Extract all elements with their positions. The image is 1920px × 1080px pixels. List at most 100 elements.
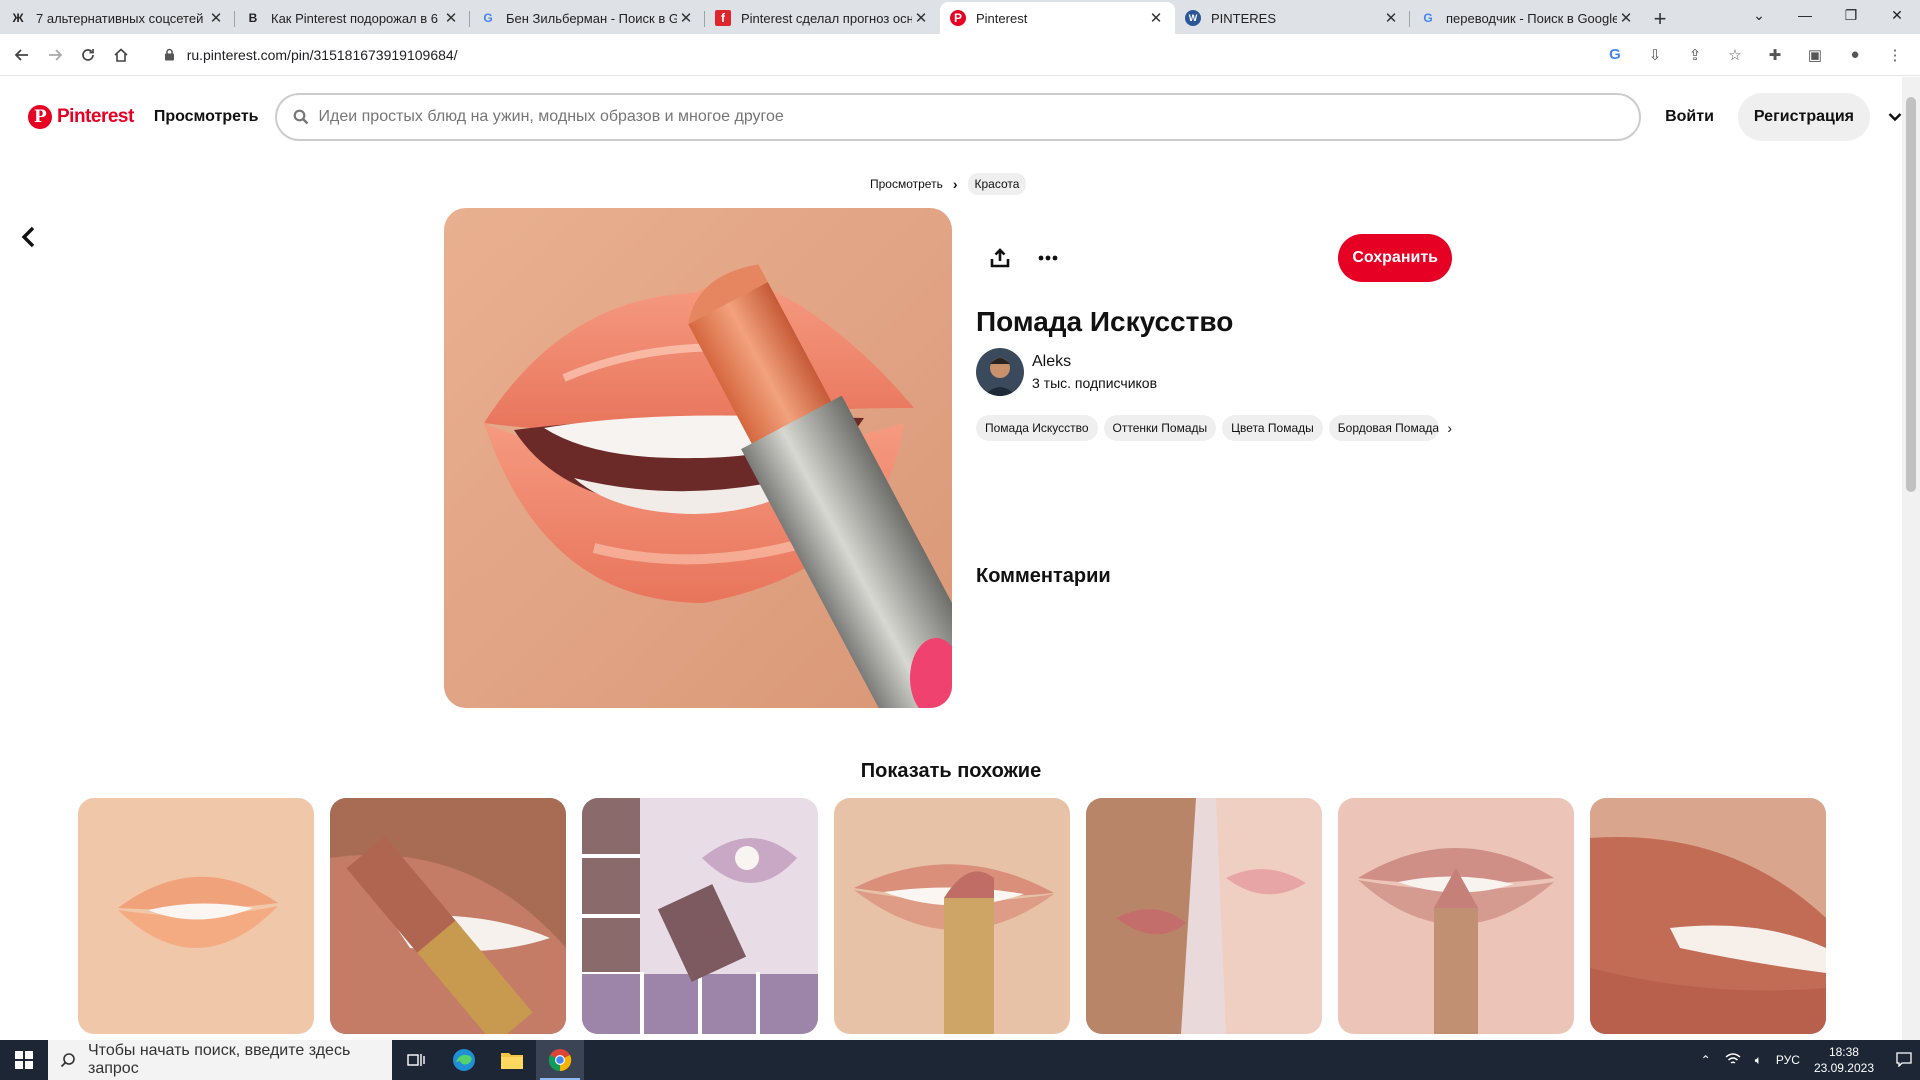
menu-dots-icon[interactable]: ⋮ bbox=[1880, 40, 1910, 70]
back-arrow-icon[interactable] bbox=[20, 225, 36, 256]
browser-tab[interactable]: G Бен Зильберман - Поиск в Google ✕ bbox=[470, 2, 705, 34]
reload-icon[interactable] bbox=[72, 39, 103, 71]
clock[interactable]: 18:38 23.09.2023 bbox=[1814, 1044, 1874, 1076]
breadcrumb-explore[interactable]: Просмотреть bbox=[870, 177, 943, 191]
clock-date: 23.09.2023 bbox=[1813, 1061, 1874, 1075]
wifi-icon[interactable] bbox=[1725, 1052, 1741, 1069]
browser-tab[interactable]: f Pinterest сделал прогноз основ ✕ bbox=[705, 2, 940, 34]
extensions-puzzle-icon[interactable]: ✚ bbox=[1760, 40, 1790, 70]
related-pin[interactable] bbox=[1338, 798, 1574, 1034]
close-tab-icon[interactable]: ✕ bbox=[207, 9, 225, 27]
browser-tab[interactable]: W PINTERES ✕ bbox=[1175, 2, 1410, 34]
close-tab-icon[interactable]: ✕ bbox=[677, 9, 695, 27]
taskbar-search-placeholder: Чтобы начать поиск, введите здесь запрос bbox=[88, 1042, 351, 1077]
browser-toolbar: ru.pinterest.com/pin/315181673919109684/… bbox=[0, 34, 1920, 76]
pin-title: Помада Искусство bbox=[976, 306, 1234, 337]
author-name[interactable]: Aleks bbox=[1032, 353, 1157, 371]
related-pin[interactable] bbox=[582, 798, 818, 1034]
task-view-icon[interactable] bbox=[392, 1040, 440, 1080]
tab-title: Бен Зильберман - Поиск в Google bbox=[506, 10, 677, 26]
tag-chip[interactable]: Помада Искусство bbox=[976, 415, 1098, 441]
breadcrumb-beauty[interactable]: Красота bbox=[967, 173, 1027, 195]
google-icon[interactable]: G bbox=[1600, 40, 1630, 70]
chrome-browser-icon[interactable] bbox=[536, 1040, 584, 1080]
tab-favicon: G bbox=[1423, 11, 1433, 25]
tab-favicon: Ж bbox=[12, 11, 24, 25]
windows-start-icon[interactable] bbox=[0, 1040, 48, 1080]
language-indicator[interactable]: РУС bbox=[1776, 1053, 1800, 1067]
comments-heading: Комментарии bbox=[976, 565, 1111, 587]
chevron-down-icon[interactable] bbox=[1888, 109, 1902, 125]
related-pin[interactable] bbox=[1590, 798, 1826, 1034]
pin-author[interactable]: Aleks 3 тыс. подписчиков bbox=[976, 348, 1157, 396]
related-heading: Показать похожие bbox=[860, 760, 1042, 782]
new-tab-plus-icon[interactable]: + bbox=[1645, 4, 1675, 34]
tag-chip[interactable]: Бордовая Помада bbox=[1328, 415, 1440, 441]
tag-list: Помада Искусство Оттенки Помады Цвета По… bbox=[976, 415, 1452, 441]
bookmark-star-icon[interactable]: ☆ bbox=[1720, 40, 1750, 70]
search-icon bbox=[293, 109, 309, 125]
browser-tab-strip: Ж 7 альтернативных соцсетей для ✕ B Как … bbox=[0, 0, 1920, 34]
browser-tab[interactable]: Ж 7 альтернативных соцсетей для ✕ bbox=[0, 2, 235, 34]
search-input[interactable]: Идеи простых блюд на ужин, модных образо… bbox=[274, 93, 1642, 141]
close-tab-icon[interactable]: ✕ bbox=[912, 9, 930, 27]
tag-chip[interactable]: Цвета Помады bbox=[1222, 415, 1323, 441]
close-window-icon[interactable]: ✕ bbox=[1874, 0, 1920, 30]
tab-favicon: f bbox=[715, 10, 731, 26]
tab-title: Pinterest сделал прогноз основ bbox=[741, 10, 912, 26]
toolbar-icons: G ⇩ ⇪ ☆ ✚ ▣ ● ⋮ bbox=[1600, 40, 1910, 70]
scrollbar-thumb[interactable] bbox=[1906, 97, 1916, 492]
page-scrollbar[interactable] bbox=[1902, 77, 1920, 1040]
related-pin[interactable] bbox=[330, 798, 566, 1034]
address-bar[interactable]: ru.pinterest.com/pin/315181673919109684/ bbox=[149, 39, 1600, 71]
file-explorer-icon[interactable] bbox=[488, 1040, 536, 1080]
chevron-up-icon[interactable]: ⌃ bbox=[1701, 1053, 1711, 1067]
close-tab-icon[interactable]: ✕ bbox=[442, 9, 460, 27]
taskbar-search-input[interactable]: Чтобы начать поиск, введите здесь запрос bbox=[48, 1040, 392, 1080]
profile-icon[interactable]: ● bbox=[1840, 40, 1870, 70]
browser-tab[interactable]: G переводчик - Поиск в Google ✕ bbox=[1410, 2, 1645, 34]
browser-tab[interactable]: B Как Pinterest подорожал в 6 раз ✕ bbox=[235, 2, 470, 34]
close-tab-icon[interactable]: ✕ bbox=[1617, 9, 1635, 27]
tab-title: Pinterest bbox=[976, 10, 1028, 26]
browser-tab-active[interactable]: P Pinterest ✕ bbox=[940, 2, 1175, 34]
back-arrow-icon[interactable] bbox=[6, 39, 37, 71]
more-options-icon[interactable] bbox=[1024, 234, 1072, 282]
forward-arrow-icon[interactable] bbox=[39, 39, 70, 71]
pin-image[interactable] bbox=[444, 208, 952, 708]
avatar[interactable] bbox=[976, 348, 1024, 396]
related-pin[interactable] bbox=[78, 798, 314, 1034]
pinterest-favicon: P bbox=[950, 10, 966, 26]
close-tab-icon[interactable]: ✕ bbox=[1382, 9, 1400, 27]
tab-search-chevron-icon[interactable]: ⌄ bbox=[1736, 0, 1782, 30]
pinterest-logo[interactable]: P Pinterest bbox=[28, 105, 134, 129]
related-pin[interactable] bbox=[1086, 798, 1322, 1034]
minimize-icon[interactable]: — bbox=[1782, 0, 1828, 30]
signup-button[interactable]: Регистрация bbox=[1737, 93, 1870, 141]
side-panel-icon[interactable]: ▣ bbox=[1800, 40, 1830, 70]
related-pin[interactable] bbox=[834, 798, 1070, 1034]
edge-browser-icon[interactable] bbox=[440, 1040, 488, 1080]
install-app-icon[interactable]: ⇩ bbox=[1640, 40, 1670, 70]
home-icon[interactable] bbox=[106, 39, 137, 71]
tab-favicon: G bbox=[483, 11, 493, 25]
logo-text: Pinterest bbox=[57, 106, 134, 127]
share-upload-icon[interactable] bbox=[976, 234, 1024, 282]
tag-chip[interactable]: Оттенки Помады bbox=[1103, 415, 1217, 441]
share-icon[interactable]: ⇪ bbox=[1680, 40, 1710, 70]
explore-link[interactable]: Просмотреть bbox=[154, 108, 259, 126]
tab-favicon: B bbox=[248, 11, 258, 25]
notifications-icon[interactable] bbox=[1896, 1051, 1912, 1070]
author-followers: 3 тыс. подписчиков bbox=[1032, 375, 1158, 391]
related-pins-grid bbox=[78, 798, 1826, 1034]
close-tab-icon[interactable]: ✕ bbox=[1147, 9, 1165, 27]
volume-icon[interactable]: 🔈︎ bbox=[1755, 1053, 1762, 1068]
lock-icon[interactable] bbox=[163, 48, 177, 62]
system-tray: ⌃ 🔈︎ РУС 18:38 23.09.2023 bbox=[1701, 1044, 1920, 1076]
save-button[interactable]: Сохранить bbox=[1338, 234, 1452, 282]
login-button[interactable]: Войти bbox=[1665, 108, 1714, 126]
tab-title: переводчик - Поиск в Google bbox=[1446, 10, 1617, 26]
chevron-right-icon[interactable]: › bbox=[1447, 420, 1452, 436]
windows-taskbar: Чтобы начать поиск, введите здесь запрос… bbox=[0, 1040, 1920, 1080]
restore-icon[interactable]: ❐ bbox=[1828, 0, 1874, 30]
